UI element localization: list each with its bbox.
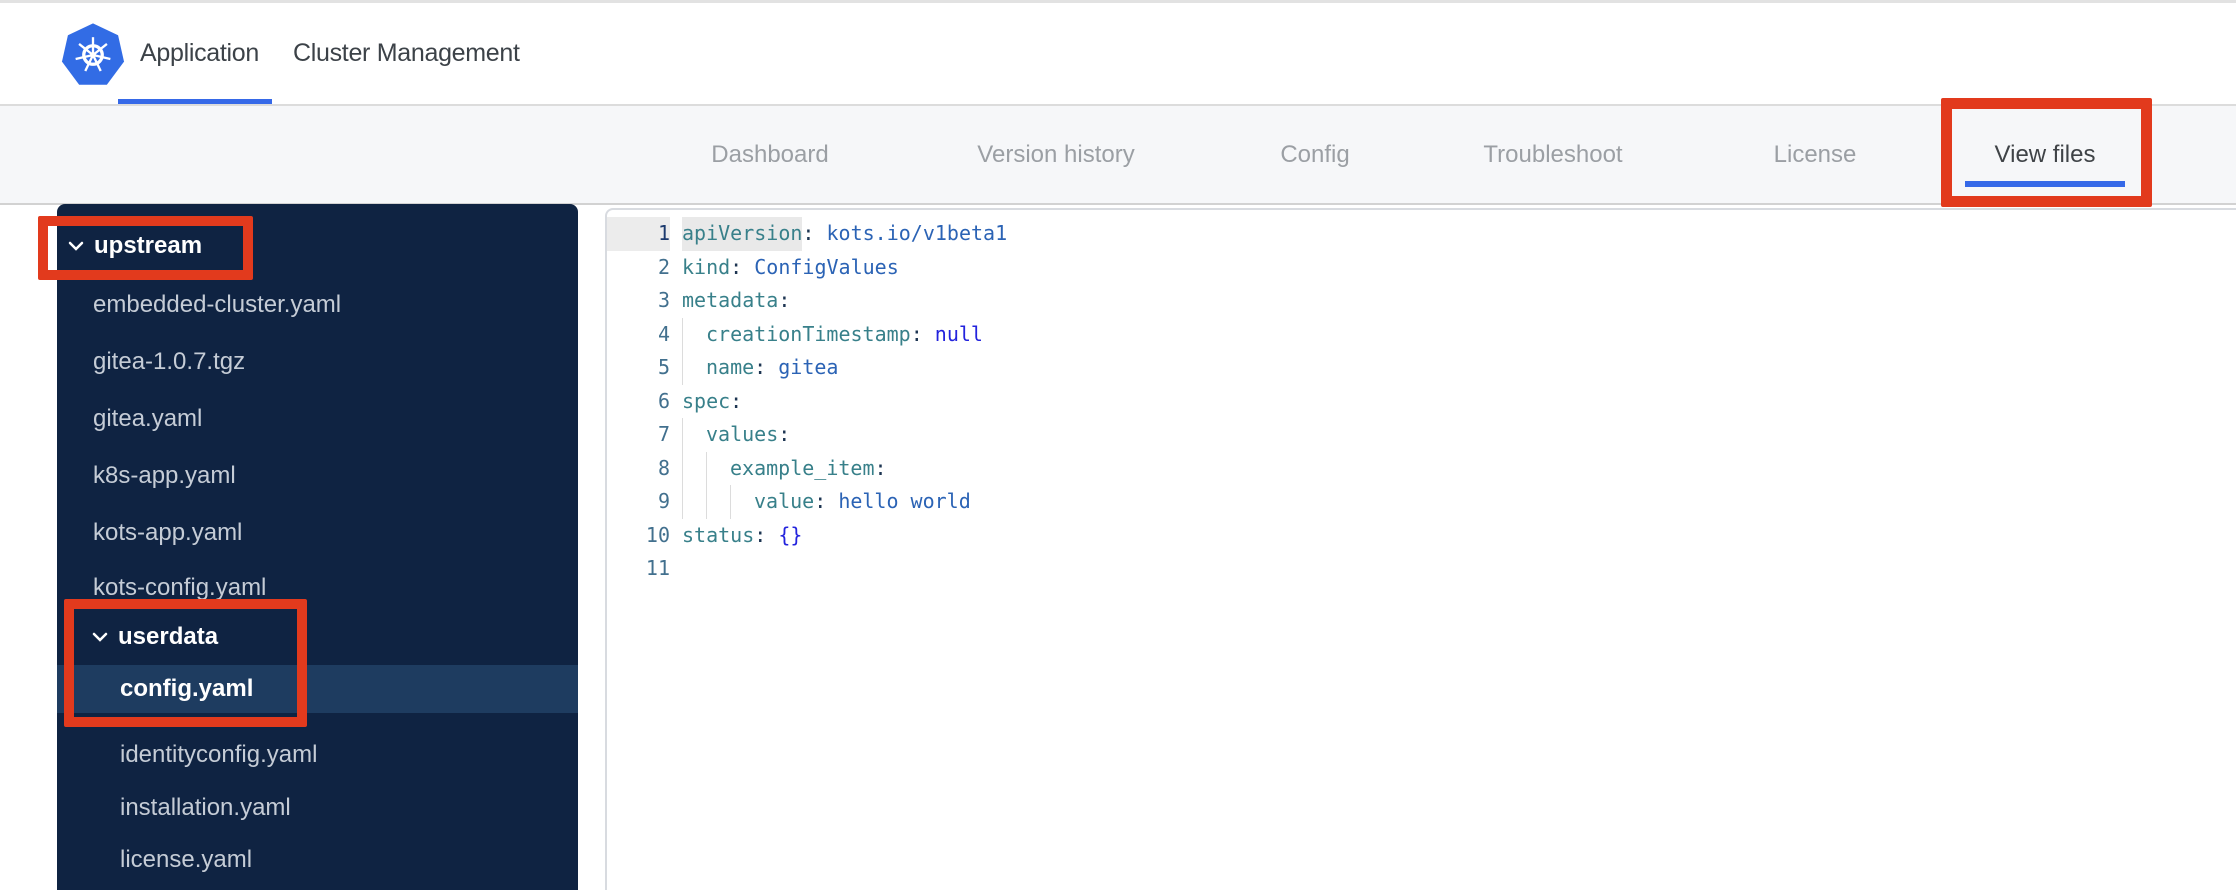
- tree-file-k8s-app[interactable]: k8s-app.yaml: [57, 452, 578, 500]
- code-line: 10 status: {}: [607, 519, 2236, 553]
- yaml-key: kind: [682, 254, 731, 279]
- yaml-value: hello world: [838, 489, 971, 513]
- yaml-key: value: [754, 489, 815, 513]
- tree-file-kots-config[interactable]: kots-config.yaml: [57, 564, 578, 612]
- subnav-tab-config[interactable]: Config: [1280, 106, 1349, 203]
- tree-folder-userdata[interactable]: userdata: [57, 613, 578, 661]
- tree-file-gitea-yaml[interactable]: gitea.yaml: [57, 395, 578, 443]
- tree-file-gitea-tgz[interactable]: gitea-1.0.7.tgz: [57, 338, 578, 386]
- yaml-value: ConfigValues: [754, 254, 899, 279]
- tree-file-config-selected[interactable]: config.yaml: [57, 665, 578, 713]
- code-line: 5 name: gitea: [607, 351, 2236, 385]
- code-line: 6 spec:: [607, 385, 2236, 419]
- header: Application Cluster Management: [0, 3, 2236, 104]
- line-number: 8: [657, 455, 670, 480]
- tree-file-identityconfig[interactable]: identityconfig.yaml: [57, 731, 578, 779]
- tree-file-label: kots-config.yaml: [93, 574, 267, 601]
- line-number: 10: [645, 522, 670, 547]
- tree-file-label: license.yaml: [120, 846, 253, 873]
- yaml-key: name: [706, 355, 755, 379]
- file-tree-sidebar: upstream embedded-cluster.yaml gitea-1.0…: [57, 204, 578, 890]
- tree-file-label: embedded-cluster.yaml: [93, 291, 342, 318]
- tree-file-label: kots-app.yaml: [93, 519, 243, 546]
- app-subnav: Dashboard Version history Config Trouble…: [0, 104, 2236, 205]
- yaml-value: {}: [778, 522, 803, 547]
- subnav-tab-view-files[interactable]: View files: [1995, 106, 2096, 203]
- line-number: 2: [657, 254, 670, 279]
- tree-folder-label: userdata: [118, 623, 219, 650]
- kots-admin-console: Application Cluster Management Dashboard…: [0, 0, 2236, 890]
- chevron-down-icon: [92, 632, 108, 642]
- code-line: 8 example_item:: [607, 451, 2236, 485]
- yaml-value: kots.io/v1beta1: [826, 221, 1008, 245]
- tree-file-license[interactable]: license.yaml: [57, 836, 578, 884]
- active-subnav-underline: [1965, 181, 2125, 187]
- line-number: 6: [657, 388, 670, 413]
- tree-file-installation[interactable]: installation.yaml: [57, 784, 578, 832]
- code-line: 7 values:: [607, 418, 2236, 452]
- yaml-key: metadata: [682, 288, 779, 312]
- code-line: 2 kind: ConfigValues: [607, 251, 2236, 285]
- tree-folder-label: upstream: [94, 232, 203, 259]
- kubernetes-logo-icon: [60, 22, 126, 88]
- line-number: 9: [657, 489, 670, 513]
- subnav-tab-troubleshoot[interactable]: Troubleshoot: [1483, 106, 1622, 203]
- tree-file-label: gitea.yaml: [93, 405, 203, 432]
- yaml-key: values: [706, 422, 779, 446]
- code-line: 1 apiVersion: kots.io/v1beta1: [607, 217, 2236, 251]
- tree-file-label: config.yaml: [120, 675, 254, 702]
- code-line: 9 value: hello world: [607, 485, 2236, 519]
- tree-file-label: installation.yaml: [120, 794, 291, 821]
- code-line: 11: [607, 552, 2236, 586]
- yaml-key: spec: [682, 388, 731, 413]
- code-line: 3 metadata:: [607, 284, 2236, 318]
- tree-file-label: identityconfig.yaml: [120, 741, 318, 768]
- yaml-key: creationTimestamp: [706, 321, 911, 346]
- line-number: 4: [657, 321, 670, 346]
- tree-file-embedded-cluster[interactable]: embedded-cluster.yaml: [57, 281, 578, 329]
- subnav-tab-dashboard[interactable]: Dashboard: [711, 106, 828, 203]
- yaml-file-viewer[interactable]: 1 apiVersion: kots.io/v1beta1 2 kind: Co…: [605, 208, 2236, 890]
- yaml-value: null: [934, 321, 983, 346]
- line-number: 5: [657, 355, 670, 379]
- chevron-down-icon: [68, 241, 84, 251]
- subnav-tab-version-history[interactable]: Version history: [977, 106, 1134, 203]
- tree-file-label: k8s-app.yaml: [93, 462, 236, 489]
- tree-file-kots-app[interactable]: kots-app.yaml: [57, 509, 578, 557]
- line-number: 1: [607, 217, 670, 251]
- code-line: 4 creationTimestamp: null: [607, 317, 2236, 351]
- subnav-tab-license[interactable]: License: [1774, 106, 1857, 203]
- line-number: 3: [657, 288, 670, 312]
- yaml-key: status: [682, 522, 755, 547]
- header-tab-application[interactable]: Application: [140, 3, 259, 104]
- yaml-key: apiVersion: [682, 217, 803, 251]
- header-tab-cluster-management[interactable]: Cluster Management: [293, 3, 520, 104]
- yaml-value: gitea: [778, 355, 839, 379]
- tree-file-label: gitea-1.0.7.tgz: [93, 348, 246, 375]
- yaml-key: example_item: [730, 455, 875, 480]
- line-number: 11: [645, 556, 670, 580]
- line-number: 7: [657, 422, 670, 446]
- tree-folder-upstream[interactable]: upstream: [57, 222, 578, 270]
